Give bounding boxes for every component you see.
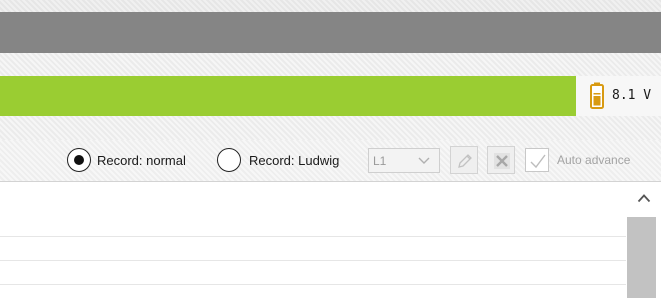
record-ludwig-label[interactable]: Record: Ludwig: [249, 153, 339, 168]
scroll-thumb[interactable]: [627, 217, 656, 298]
separator-strip: [0, 116, 661, 140]
list-row-divider: [0, 284, 626, 285]
lead-select[interactable]: L1: [368, 148, 440, 173]
close-icon: [494, 153, 510, 169]
radio-selected-dot: [74, 155, 84, 165]
voltage-readout: 8.1 V: [612, 88, 652, 103]
chevron-up-icon: [637, 194, 651, 203]
header-bar: [0, 12, 661, 53]
list-row-divider: [0, 260, 626, 261]
record-list: [0, 183, 626, 298]
lead-select-value: L1: [373, 154, 387, 168]
battery-icon: [590, 82, 604, 109]
vertical-scrollbar[interactable]: [626, 183, 661, 298]
pencil-icon: [458, 154, 472, 168]
signal-status-bar: [0, 76, 576, 116]
record-ludwig-radio[interactable]: [217, 148, 241, 172]
chevron-down-icon: [418, 157, 430, 164]
record-normal-radio[interactable]: [67, 148, 91, 172]
scroll-up-button[interactable]: [626, 183, 661, 217]
separator-strip: [0, 53, 661, 76]
auto-advance-label[interactable]: Auto advance: [557, 153, 630, 167]
auto-advance-checkbox[interactable]: [525, 148, 549, 172]
checkmark-icon: [530, 154, 546, 169]
record-normal-label[interactable]: Record: normal: [97, 153, 186, 168]
delete-button[interactable]: [487, 146, 515, 174]
list-row-divider: [0, 236, 626, 237]
top-background-strip: [0, 0, 661, 12]
edit-button[interactable]: [450, 146, 478, 174]
